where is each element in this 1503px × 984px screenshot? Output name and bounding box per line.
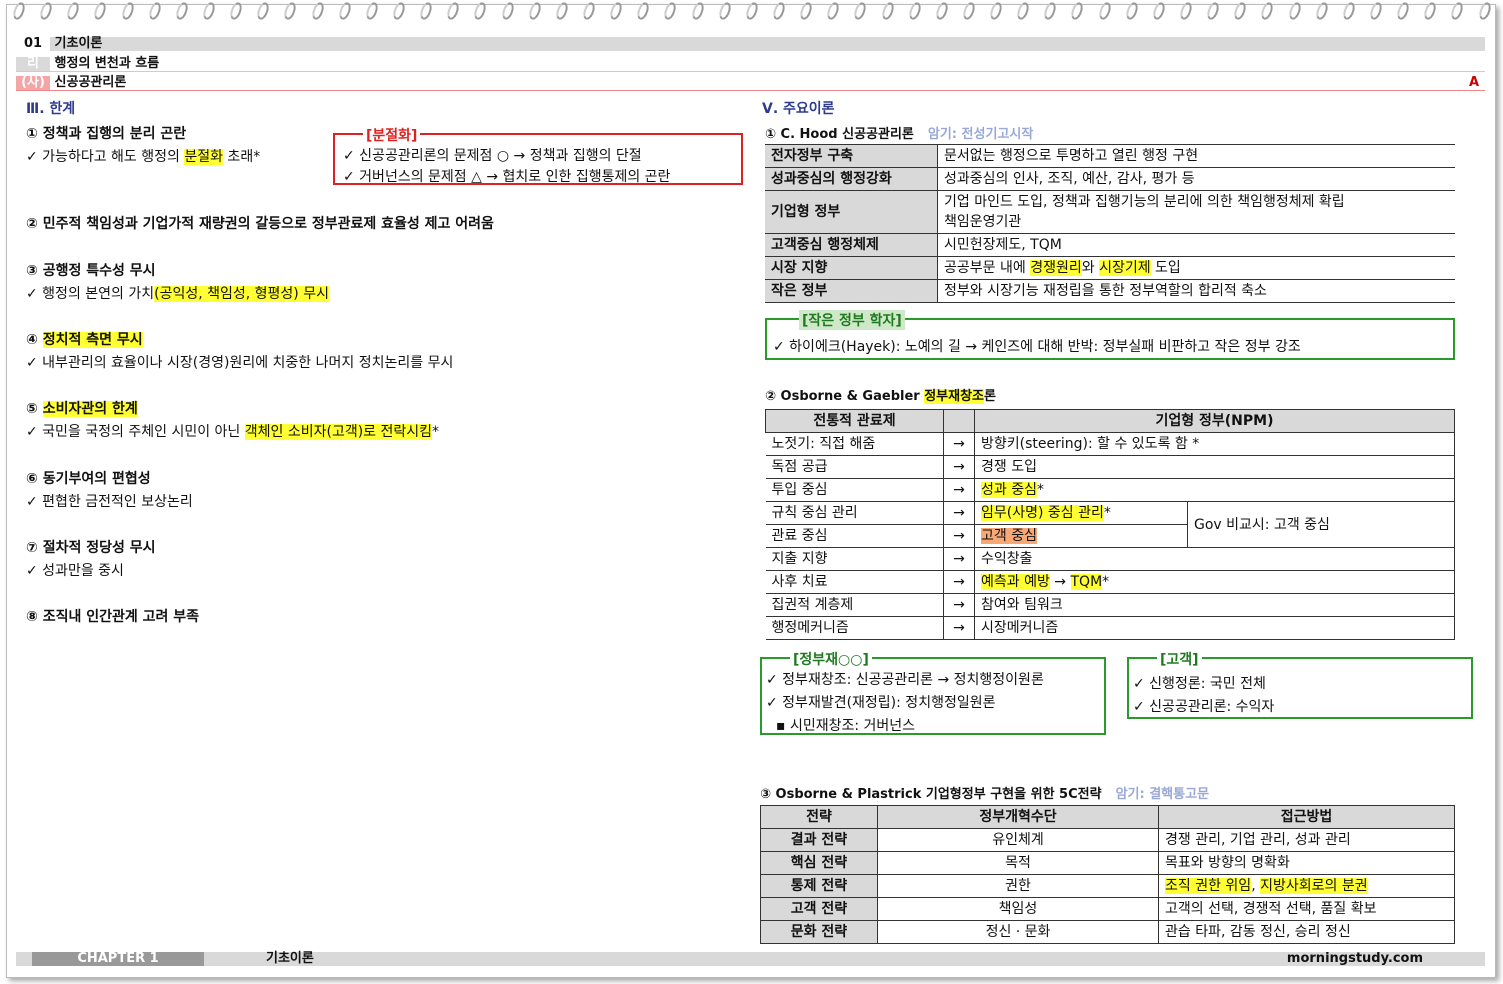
fragmentation-line-1: ✓ 신공공관리론의 문제점 ○ → 정책과 집행의 단절: [343, 148, 642, 164]
left-heading: Ⅲ. 한계: [26, 101, 76, 117]
fragmentation-box-title: [분절화]: [363, 125, 421, 145]
gov-re-line-3: ▪ 시민재창조: 거버넌스: [776, 718, 916, 734]
limit-7-title: ⑦ 절차적 정당성 무시: [26, 540, 156, 556]
limit-7-line: ✓ 성과만을 중시: [26, 563, 124, 579]
table-row: 집권적 계층제 → 참여와 팀워크: [765, 593, 1455, 617]
table-row: 기업형 정부 기업 마인드 도입, 정책과 집행기능의 분리에 의한 책임행정체제…: [765, 190, 1455, 234]
limit-6-title: ⑥ 동기부여의 편협성: [26, 471, 151, 487]
limit-8-title: ⑧ 조직내 인간관계 고려 부족: [26, 609, 200, 625]
right-heading: Ⅴ. 주요이론: [762, 101, 835, 117]
table-row: 투입 중심 → 성과 중심*: [765, 478, 1455, 502]
table-row: 시장 지향 공공부문 내에 경쟁원리와 시장기제 도입: [765, 256, 1455, 280]
hood-table: 전자정부 구축 문서없는 행정으로 투명하고 열린 행정 구현 성과중심의 행정강…: [765, 144, 1455, 303]
fragmentation-line-2: ✓ 거버넌스의 문제점 △ → 협치로 인한 집행통제의 곤란: [343, 169, 671, 185]
hood-title: ① C. Hood 신공공관리론 암기: 전성기고시작: [765, 127, 1034, 142]
table-row: 노젓기: 직접 해줌 → 방향키(steering): 할 수 있도록 함 *: [765, 432, 1455, 456]
small-gov-line: ✓ 하이에크(Hayek): 노예의 길 → 케인즈에 대해 반박: 정부실패 …: [773, 339, 1301, 355]
limit-2-title: ② 민주적 책임성과 기업가적 재량권의 갈등으로 정부관료제 효율성 제고 어…: [26, 216, 494, 232]
table-header-row: 전통적 관료제 기업형 정부(NPM): [765, 409, 1455, 433]
customer-box: [고객] ✓ 신행정론: 국민 전체 ✓ 신공공관리론: 수익자: [1127, 649, 1473, 719]
table-row: 전자정부 구축 문서없는 행정으로 투명하고 열린 행정 구현: [765, 144, 1455, 168]
5c-title: ③ Osborne & Plastrick 기업형정부 구현을 위한 5C전략 암…: [760, 787, 1210, 802]
limit-1-line: ✓ 가능하다고 해도 행정의 분절화 초래*: [26, 149, 261, 165]
importance-mark: A: [1468, 75, 1479, 90]
table-row: 규칙 중심 관리 → 임무(사명) 중심 관리* Gov 비교시: 고객 중심: [765, 501, 1455, 548]
limit-4-line: ✓ 내부관리의 효율이나 시장(경영)원리에 치중한 나머지 정치논리를 무시: [26, 355, 454, 371]
fragmentation-box: [분절화] ✓ 신공공관리론의 문제점 ○ → 정책과 집행의 단절 ✓ 거버넌…: [333, 125, 743, 185]
reinventing-title: ② Osborne & Gaebler 정부재창조론: [765, 389, 996, 404]
section-title: 행정의 변천과 흐름: [54, 56, 160, 71]
limit-6-line: ✓ 편협한 금전적인 보상논리: [26, 494, 193, 510]
customer-box-title: [고객]: [1157, 649, 1202, 669]
limit-1-title: ① 정책과 집행의 분리 곤란: [26, 126, 187, 142]
table-row: 행정메커니즘 → 시장메커니즘: [765, 616, 1455, 640]
subsection-header: (사) 신공공관리론 A: [16, 76, 1485, 91]
small-gov-box: [작은 정부 학자] ✓ 하이에크(Hayek): 노예의 길 → 케인즈에 대…: [765, 310, 1455, 360]
footer-chapter: CHAPTER 1: [32, 952, 204, 966]
section-header: 리 행정의 변천과 흐름: [16, 57, 1485, 72]
table-row: 성과중심의 행정강화 성과중심의 인사, 조직, 예산, 감사, 평가 등: [765, 167, 1455, 191]
table-row: 지출 지향 → 수익창출: [765, 547, 1455, 571]
subsection-number: (사): [16, 76, 50, 90]
gov-re-box: [정부재○○] ✓ 정부재창조: 신공공관리론 → 정치행정이원론 ✓ 정부재발…: [760, 649, 1106, 735]
chapter-title: 기초이론: [54, 36, 103, 51]
page-footer: CHAPTER 1 기초이론 morningstudy.com: [16, 952, 1485, 966]
reinventing-table: 전통적 관료제 기업형 정부(NPM) 노젓기: 직접 해줌 → 방향키(steeri…: [765, 409, 1455, 640]
limit-3-line: ✓ 행정의 본연의 가치(공익성, 책임성, 형평성) 무시: [26, 286, 329, 302]
customer-line-1: ✓ 신행정론: 국민 전체: [1133, 676, 1266, 692]
table-row: 고객중심 행정체제 시민헌장제도, TQM: [765, 233, 1455, 257]
chapter-header: 01 기초이론: [16, 37, 1485, 51]
table-row: 작은 정부 정부와 시장기능 재정립을 통한 정부역할의 합리적 축소: [765, 279, 1455, 303]
spiral-binding: [11, 0, 1493, 24]
gov-re-line-1: ✓ 정부재창조: 신공공관리론 → 정치행정이원론: [766, 672, 1044, 688]
small-gov-box-title: [작은 정부 학자]: [799, 310, 905, 330]
customer-line-2: ✓ 신공공관리론: 수익자: [1133, 699, 1275, 715]
limit-3-title: ③ 공행정 특수성 무시: [26, 263, 156, 279]
limit-4-title: ④ 정치적 측면 무시: [26, 332, 143, 348]
limit-5-line: ✓ 국민을 국정의 주체인 시민이 아닌 객체인 소비자(고객)로 전락시킴*: [26, 424, 440, 440]
table-header-row: 전략 정부개혁수단 접근방법: [760, 805, 1455, 829]
gov-re-line-2: ✓ 정부재발견(재정립): 정치행정일원론: [766, 695, 996, 711]
table-row: 문화 전략 정신 · 문화 관습 타파, 감동 정신, 승리 정신: [760, 920, 1455, 944]
5c-table: 전략 정부개혁수단 접근방법 결과 전략 유인체계 경쟁 관리, 기업 관리, 성과 관…: [760, 805, 1455, 944]
table-row: 사후 치료 → 예측과 예방 → TQM*: [765, 570, 1455, 594]
table-row: 핵심 전략 목적 목표와 방향의 명확화: [760, 851, 1455, 875]
section-number: 리: [16, 57, 50, 71]
table-row: 결과 전략 유인체계 경쟁 관리, 기업 관리, 성과 관리: [760, 828, 1455, 852]
footer-label: 기초이론: [266, 951, 314, 966]
limit-5-title: ⑤ 소비자관의 한계: [26, 401, 138, 417]
table-row: 고객 전략 책임성 고객의 선택, 경쟁적 선택, 품질 확보: [760, 897, 1455, 921]
subsection-title: 신공공관리론: [54, 75, 127, 90]
gov-re-box-title: [정부재○○]: [790, 649, 872, 669]
footer-site: morningstudy.com: [1286, 951, 1423, 966]
table-row: 통제 전략 권한 조직 권한 위임, 지방사회로의 분권: [760, 874, 1455, 898]
chapter-number: 01: [16, 37, 50, 51]
table-row: 독점 공급 → 경쟁 도입: [765, 455, 1455, 479]
